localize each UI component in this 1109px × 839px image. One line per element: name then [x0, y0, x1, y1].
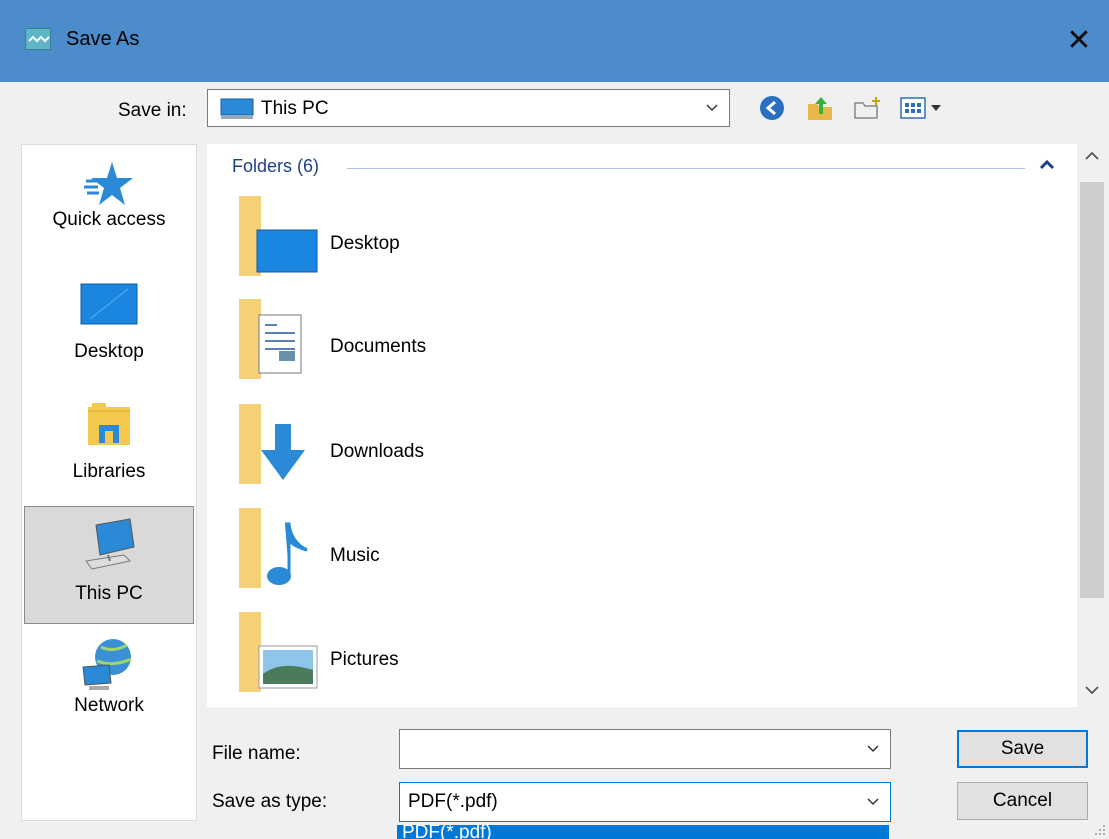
list-item[interactable]: Documents [237, 299, 637, 389]
network-icon [82, 639, 132, 690]
file-name-input[interactable] [399, 729, 891, 769]
save-type-value: PDF(*.pdf) [408, 791, 498, 812]
file-name-label: File name: [212, 743, 301, 764]
places-sidebar: Quick access Desktop Libraries This PC N… [21, 144, 197, 821]
list-item[interactable]: Desktop [237, 196, 637, 286]
save-button-label: Save [1000, 738, 1045, 759]
scroll-thumb[interactable] [1080, 182, 1104, 598]
dropdown-option-label: PDF(*.pdf) [402, 825, 492, 839]
save-type-label: Save as type: [212, 791, 328, 812]
cancel-button-label: Cancel [992, 790, 1053, 811]
libraries-icon [88, 403, 130, 445]
chevron-up-icon[interactable] [1039, 158, 1055, 172]
list-item[interactable]: Downloads [237, 404, 637, 494]
title-bar: Save As ✕ [0, 0, 1109, 82]
chevron-down-icon[interactable] [866, 794, 880, 808]
save-button[interactable]: Save [957, 730, 1088, 768]
group-header: Folders (6) [232, 156, 320, 176]
back-icon[interactable] [758, 94, 786, 122]
sidebar-item-label: Libraries [72, 461, 146, 482]
list-item[interactable]: Music [237, 508, 637, 598]
vertical-scrollbar[interactable] [1077, 144, 1107, 707]
cancel-button[interactable]: Cancel [957, 782, 1088, 820]
window-title: Save As [66, 28, 140, 50]
save-type-dropdown-option[interactable]: PDF(*.pdf) [397, 825, 889, 839]
scroll-up-icon[interactable] [1084, 150, 1100, 162]
sidebar-item-network[interactable]: Network [24, 637, 194, 737]
item-label: Desktop [330, 233, 400, 254]
group-divider [347, 168, 1025, 169]
save-in-combo[interactable]: This PC [207, 89, 730, 127]
chevron-down-icon[interactable] [866, 741, 880, 755]
sidebar-item-label: Network [74, 695, 144, 716]
close-icon: ✕ [1066, 23, 1092, 57]
file-list[interactable]: Folders (6) Desktop Documents Downloads [207, 144, 1077, 707]
sidebar-item-quick-access[interactable]: Quick access [24, 159, 194, 259]
computer-icon [85, 518, 135, 570]
close-button[interactable]: ✕ [1049, 10, 1109, 70]
new-folder-icon[interactable] [852, 94, 882, 122]
desktop-folder-icon [239, 196, 318, 276]
up-folder-icon[interactable] [805, 94, 835, 122]
scroll-down-icon[interactable] [1084, 684, 1100, 696]
star-icon [84, 162, 133, 205]
list-item[interactable]: Pictures [237, 612, 637, 702]
save-in-value: This PC [261, 98, 329, 119]
item-label: Documents [330, 336, 427, 357]
view-menu-icon[interactable] [899, 94, 949, 122]
item-label: Pictures [330, 649, 399, 670]
resize-grip-icon[interactable] [1094, 824, 1106, 836]
item-label: Downloads [330, 441, 424, 462]
chevron-down-icon[interactable] [705, 100, 719, 114]
pictures-folder-icon [239, 612, 318, 692]
computer-icon [220, 98, 254, 119]
sidebar-item-libraries[interactable]: Libraries [24, 401, 194, 501]
app-icon [25, 28, 51, 50]
sidebar-item-label: This PC [75, 583, 143, 604]
item-label: Music [330, 545, 380, 566]
sidebar-item-label: Quick access [52, 209, 166, 230]
sidebar-item-this-pc[interactable]: This PC [24, 506, 194, 624]
save-in-label: Save in: [118, 100, 187, 121]
music-folder-icon [239, 508, 308, 588]
save-type-select[interactable]: PDF(*.pdf) [399, 782, 891, 822]
desktop-icon [80, 283, 138, 325]
documents-folder-icon [239, 299, 302, 379]
sidebar-item-label: Desktop [74, 341, 144, 362]
sidebar-item-desktop[interactable]: Desktop [24, 283, 194, 383]
downloads-folder-icon [239, 404, 305, 484]
